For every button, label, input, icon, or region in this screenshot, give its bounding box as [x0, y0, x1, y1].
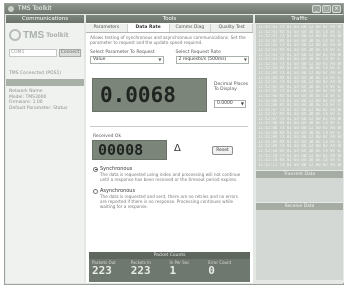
- chevron-down-icon: ▼: [243, 57, 247, 62]
- count-value: 1: [169, 264, 177, 277]
- delta-icon: Δ: [174, 143, 181, 154]
- count-value: 0: [208, 264, 215, 277]
- tools-panel: Tools Parameters Data Rate Comms Diag Qu…: [86, 15, 253, 283]
- rate-value: 2 requests/s (500ms): [178, 57, 227, 62]
- window-title: TMS Toolkit: [17, 5, 52, 12]
- port-field[interactable]: COM1: [9, 49, 57, 57]
- tab-comms-diag[interactable]: Comms Diag: [169, 24, 212, 32]
- parameter-value: Value: [93, 57, 106, 62]
- received-display: 00008: [92, 140, 167, 160]
- packet-counts: Packet Counts Packets Out 223 Packets In…: [89, 252, 250, 282]
- parameter-select[interactable]: Value ▼: [90, 56, 164, 64]
- decimal-places-select[interactable]: 0.0000 ▼: [214, 100, 246, 108]
- device-info: Network Name Model: TMS3000 Firmware: 1.…: [9, 89, 81, 111]
- received-value: 00008: [98, 141, 144, 159]
- count-packets-out: Packets Out 223: [92, 260, 131, 277]
- traffic-header: Traffic: [255, 15, 344, 23]
- async-option[interactable]: Asynchronous The data is requested and s…: [93, 188, 245, 209]
- value-display: 0.0068: [92, 78, 207, 112]
- log-line: 11:42:11 TX 01 03 00 12 00 02 A4 0E: [258, 162, 341, 167]
- decimal-places-value: 0.0000: [217, 101, 233, 106]
- divider: [90, 126, 248, 127]
- minimize-button[interactable]: _: [312, 5, 321, 13]
- traffic-log[interactable]: 11:42:01 TX 01 03 00 12 00 02 A4 0E 11:42…: [256, 24, 343, 170]
- count-errors: Error Count 0: [208, 260, 247, 277]
- transmit-area[interactable]: [256, 178, 343, 202]
- receive-header: Receive Data: [256, 203, 343, 210]
- decimal-places-label: Decimal Places To Display: [214, 82, 249, 92]
- transmit-header: Transmit Data: [256, 171, 343, 178]
- communications-header: Communications: [6, 15, 84, 23]
- display-value: 0.0068: [100, 83, 176, 107]
- async-description: The data is requested and sent, there ar…: [100, 194, 238, 209]
- received-label: Received Ok: [93, 134, 122, 139]
- count-packets-in: Packets In 223: [131, 260, 170, 277]
- rate-select[interactable]: 2 requests/s (500ms) ▼: [175, 56, 249, 64]
- info-line: Default Parameter: Status: [9, 105, 68, 111]
- traffic-panel: Traffic 11:42:01 TX 01 03 00 12 00 02 A4…: [255, 15, 344, 283]
- packet-counts-header: Packet Counts: [89, 252, 250, 259]
- tms-logo-subtext: Toolkit: [46, 31, 69, 39]
- tab-parameters[interactable]: Parameters: [86, 24, 128, 32]
- connection-status: TMS Connected (POS1): [9, 71, 62, 76]
- close-button[interactable]: ×: [332, 5, 341, 13]
- communications-panel: Communications TMS Toolkit COM1 Connect …: [6, 15, 84, 283]
- tab-quality-test[interactable]: Quality Test: [211, 24, 253, 32]
- tab-description: Allows testing of synchronous and asynch…: [90, 35, 246, 45]
- chevron-down-icon: ▼: [158, 57, 162, 62]
- count-value: 223: [92, 264, 112, 277]
- tms-logo: TMS Toolkit: [9, 27, 81, 43]
- connect-button[interactable]: Connect: [59, 49, 81, 57]
- radio-async[interactable]: [93, 188, 98, 194]
- chevron-down-icon: ▼: [240, 101, 244, 106]
- count-value: 223: [130, 264, 151, 277]
- app-window: TMS Toolkit _ □ × Communications TMS Too…: [4, 3, 344, 285]
- tab-data-rate[interactable]: Data Rate: [127, 24, 170, 32]
- app-logo-icon: [8, 5, 14, 12]
- parameter-label: Select Parameter To Request: [90, 50, 155, 55]
- rate-label: Select Request Rate: [175, 50, 221, 55]
- reset-button[interactable]: Reset: [212, 146, 233, 155]
- tms-logo-icon: [9, 29, 21, 41]
- tms-logo-text: TMS: [23, 29, 45, 41]
- selected-device-bar[interactable]: [6, 79, 84, 86]
- radio-sync[interactable]: [93, 166, 98, 172]
- count-in-per-sec: In Per Sec 1: [170, 260, 209, 277]
- tools-header: Tools: [86, 15, 253, 23]
- tools-tabs: Parameters Data Rate Comms Diag Quality …: [86, 24, 253, 33]
- maximize-button[interactable]: □: [322, 5, 331, 13]
- sync-option[interactable]: Synchronous The data is requested using …: [93, 166, 245, 182]
- sync-description: The data is requested using index and pr…: [100, 172, 241, 182]
- receive-area[interactable]: [256, 210, 343, 280]
- title-bar: TMS Toolkit _ □ ×: [5, 4, 343, 14]
